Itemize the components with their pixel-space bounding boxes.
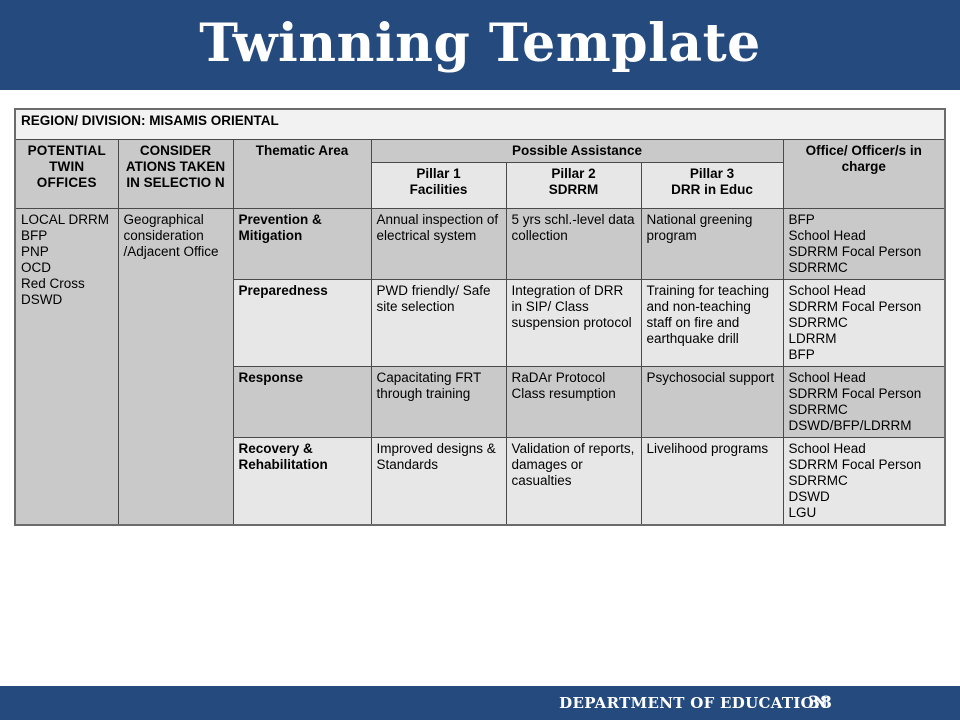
cell-office-in-charge: School Head SDRRM Focal Person SDRRMC DS… (782, 436, 946, 525)
cell-thematic-area: Prevention & Mitigation (232, 207, 372, 280)
footer-department-label: DEPARTMENT OF EDUCATION (559, 694, 828, 712)
cell-pillar-2: Integration of DRR in SIP/ Class suspens… (505, 278, 642, 367)
cell-pillar-2: RaDAr Protocol Class resumption (505, 365, 642, 438)
cell-pillar-3: Psychosocial support (640, 365, 784, 438)
cell-thematic-area: Response (232, 365, 372, 438)
column-header-pillar-1: Pillar 1 Facilities (370, 161, 507, 209)
cell-thematic-area: Preparedness (232, 278, 372, 367)
page-title: Twinning Template (199, 13, 761, 74)
slide-body: REGION/ DIVISION: MISAMIS ORIENTAL POTEN… (0, 90, 960, 686)
slide-title-banner: Twinning Template (0, 0, 960, 90)
pillar-3-name: DRR in Educ (671, 181, 753, 197)
column-header-thematic-area: Thematic Area (232, 138, 372, 209)
column-header-pillar-2: Pillar 2 SDRRM (505, 161, 642, 209)
cell-pillar-1: Capacitating FRT through training (370, 365, 507, 438)
table-row: LOCAL DRRM BFP PNP OCD Red Cross DSWD Ge… (14, 207, 946, 525)
column-header-pillar-3: Pillar 3 DRR in Educ (640, 161, 784, 209)
table-row-header-primary: POTENTIAL TWIN OFFICES CONSIDER ATIONS T… (14, 138, 946, 209)
cell-pillar-2: 5 yrs schl.-level data collection (505, 207, 642, 280)
cell-pillar-3: Livelihood programs (640, 436, 784, 525)
pillar-1-name: Facilities (409, 181, 468, 197)
slide-footer-bar: DEPARTMENT OF EDUCATION 38 (0, 686, 960, 720)
cell-pillar-3: National greening program (640, 207, 784, 280)
cell-office-in-charge: School Head SDRRM Focal Person SDRRMC DS… (782, 365, 946, 438)
pillar-1-number: Pillar 1 (416, 165, 461, 181)
cell-pillar-2: Validation of reports, damages or casual… (505, 436, 642, 525)
pillar-2-number: Pillar 2 (551, 165, 596, 181)
pillar-3-number: Pillar 3 (689, 165, 735, 181)
twinning-template-table: REGION/ DIVISION: MISAMIS ORIENTAL POTEN… (14, 108, 947, 526)
cell-pillar-1: PWD friendly/ Safe site selection (370, 278, 507, 367)
cell-pillar-1: Improved designs & Standards (370, 436, 507, 525)
column-header-considerations: CONSIDER ATIONS TAKEN IN SELECTIO N (117, 138, 234, 209)
pillar-2-name: SDRRM (548, 181, 599, 197)
table-row-region: REGION/ DIVISION: MISAMIS ORIENTAL (14, 108, 946, 140)
region-division-label: REGION/ DIVISION: MISAMIS ORIENTAL (14, 108, 946, 140)
cell-pillar-1: Annual inspection of electrical system (370, 207, 507, 280)
cell-pillar-3: Training for teaching and non-teaching s… (640, 278, 784, 367)
cell-considerations: Geographical consideration /Adjacent Off… (117, 207, 234, 525)
column-header-potential-twin-offices: POTENTIAL TWIN OFFICES (14, 138, 119, 209)
footer-page-number: 38 (808, 693, 832, 713)
cell-office-in-charge: School Head SDRRM Focal Person SDRRMC LD… (782, 278, 946, 367)
cell-office-in-charge: BFP School Head SDRRM Focal Person SDRRM… (782, 207, 946, 280)
cell-thematic-area: Recovery & Rehabilitation (232, 436, 372, 525)
column-header-office-in-charge: Office/ Officer/s in charge (782, 138, 946, 209)
column-header-possible-assistance: Possible Assistance (370, 138, 784, 163)
cell-potential-twin-offices: LOCAL DRRM BFP PNP OCD Red Cross DSWD (14, 207, 119, 525)
